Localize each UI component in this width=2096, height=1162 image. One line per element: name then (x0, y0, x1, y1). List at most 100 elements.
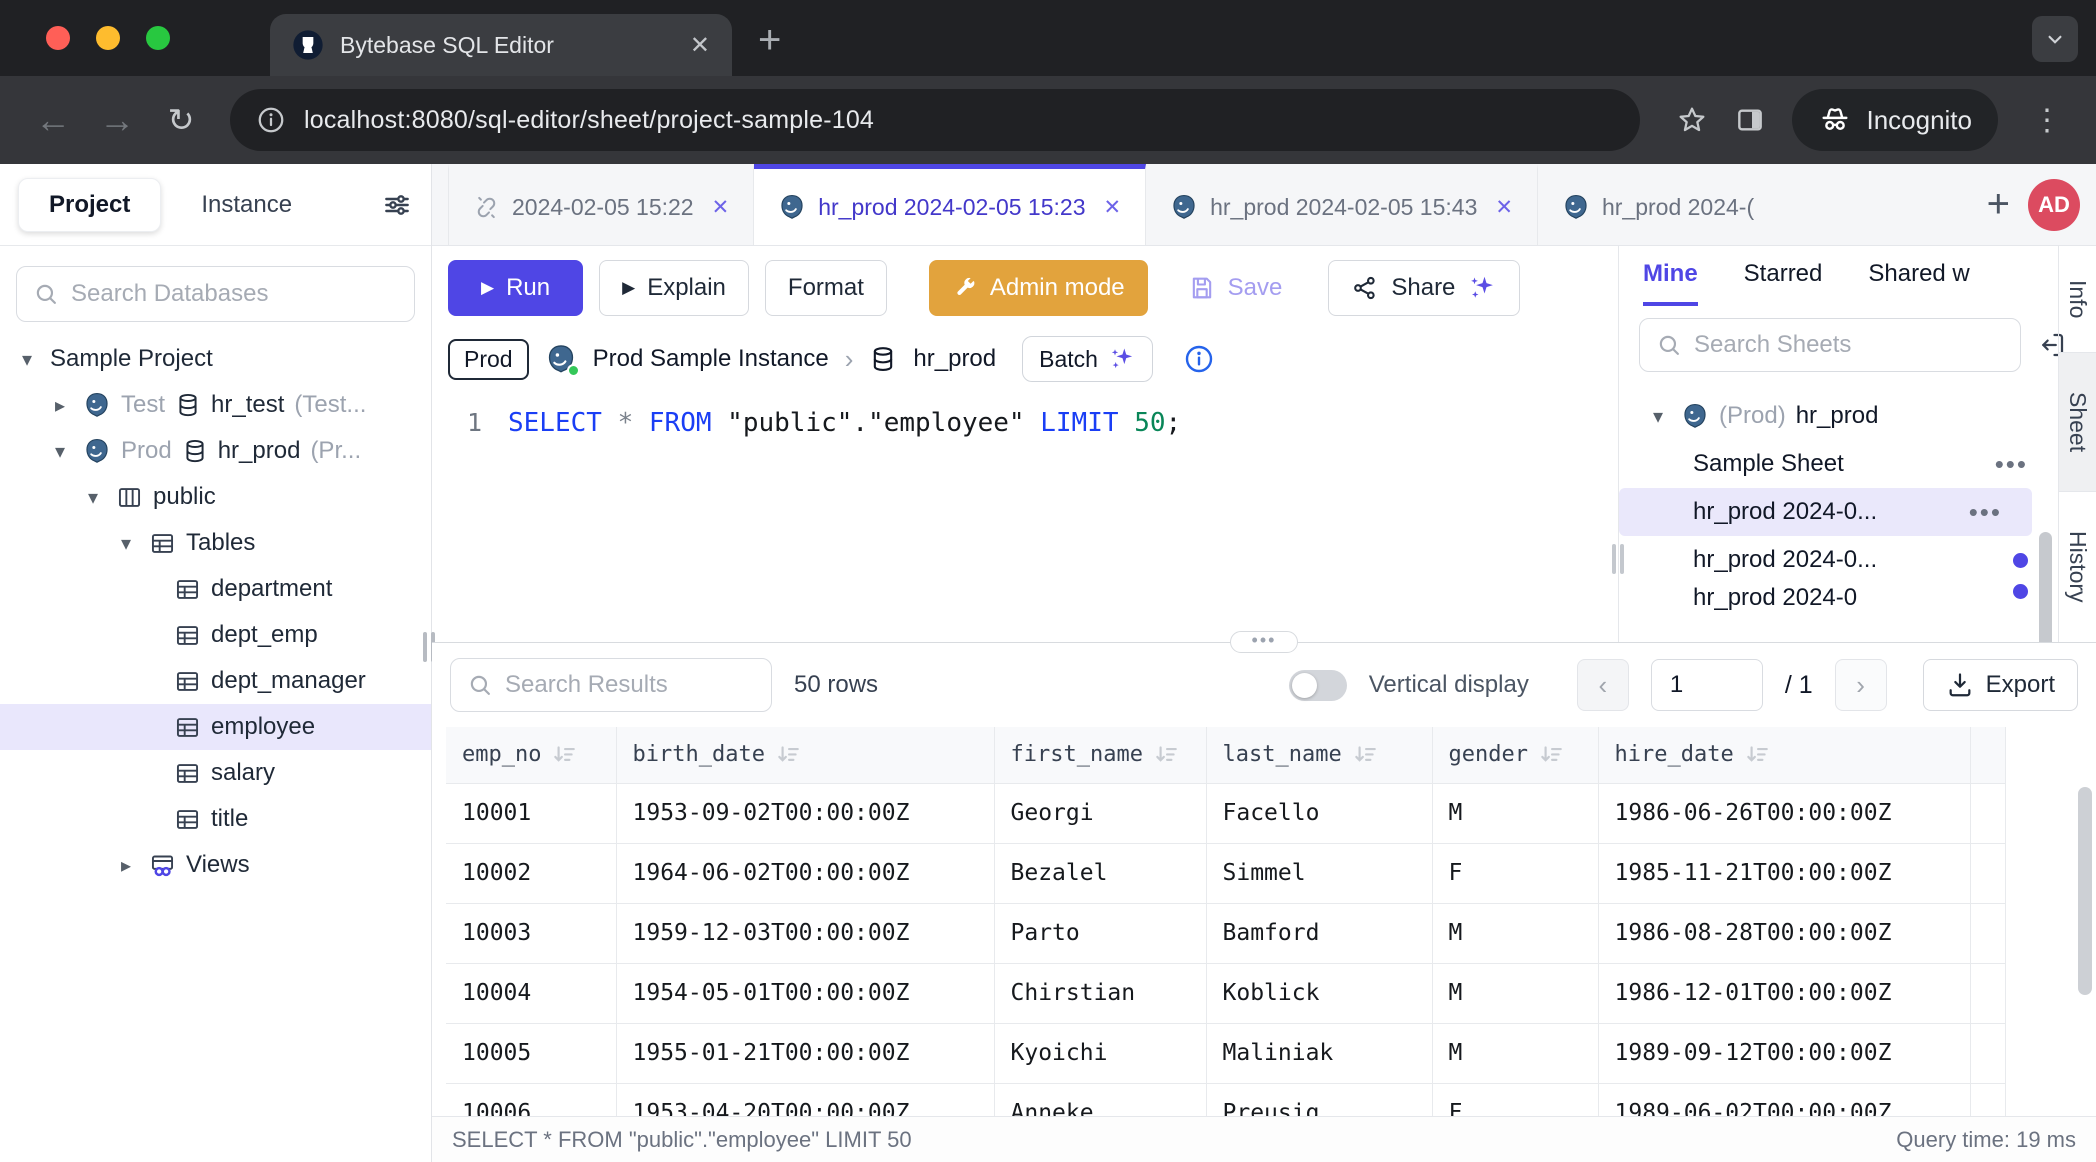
table-cell[interactable]: Georgi (994, 783, 1206, 843)
format-button[interactable]: Format (765, 260, 887, 316)
tab-list-menu-button[interactable] (2032, 16, 2078, 62)
table-cell[interactable]: Anneke (994, 1083, 1206, 1116)
table-cell[interactable]: 10002 (446, 843, 616, 903)
table-cell[interactable]: M (1432, 1023, 1598, 1083)
chevron-down-icon[interactable]: ▾ (113, 531, 139, 556)
page-input[interactable] (1651, 659, 1763, 711)
table-cell[interactable]: Maliniak (1206, 1023, 1432, 1083)
reload-icon[interactable]: ↻ (154, 101, 208, 139)
table-cell[interactable]: 1985-11-21T00:00:00Z (1598, 843, 1970, 903)
sheet-list-scrollbar[interactable] (2039, 532, 2052, 642)
table-cell[interactable]: F (1432, 843, 1598, 903)
more-menu-icon[interactable]: ••• (1969, 497, 2002, 528)
sheets-tab-shared-w[interactable]: Shared w (1868, 246, 1969, 306)
table-cell[interactable]: M (1432, 783, 1598, 843)
table-cell[interactable]: Koblick (1206, 963, 1432, 1023)
editor-tab-1[interactable]: 2024-02-05 15:22✕ (448, 164, 754, 245)
sql-editor[interactable]: 1 SELECT * FROM "public"."employee" LIMI… (432, 394, 1618, 642)
chevron-down-icon[interactable]: ▾ (14, 347, 40, 372)
table-cell[interactable]: M (1432, 963, 1598, 1023)
results-scrollbar[interactable] (2078, 787, 2092, 995)
avatar[interactable]: AD (2028, 179, 2080, 231)
table-cell[interactable]: Bamford (1206, 903, 1432, 963)
search-sheets-input[interactable] (1639, 318, 2021, 372)
sheet-item[interactable]: hr_prod 2024-0 (1619, 584, 2058, 610)
table-cell[interactable]: Facello (1206, 783, 1432, 843)
table-cell[interactable]: F (1432, 1083, 1598, 1116)
close-icon[interactable]: ✕ (712, 195, 730, 220)
next-page-button[interactable]: › (1835, 659, 1887, 711)
editor-tab-2[interactable]: hr_prod 2024-02-05 15:23✕ (754, 164, 1146, 245)
search-databases-input[interactable] (16, 266, 415, 322)
browser-tab[interactable]: Bytebase SQL Editor ✕ (270, 14, 732, 76)
table-cell[interactable]: 1953-09-02T00:00:00Z (616, 783, 994, 843)
table-cell[interactable]: Bezalel (994, 843, 1206, 903)
table-cell[interactable]: 1959-12-03T00:00:00Z (616, 903, 994, 963)
browser-tab-close-icon[interactable]: ✕ (690, 31, 710, 60)
table-cell[interactable]: 1955-01-21T00:00:00Z (616, 1023, 994, 1083)
tree-item-salary[interactable]: salary (0, 750, 431, 796)
column-header-emp_no[interactable]: emp_no (446, 727, 616, 783)
editor-tab-4[interactable]: hr_prod 2024-( (1538, 164, 1812, 245)
share-button[interactable]: Share (1328, 260, 1520, 316)
table-cell[interactable]: Chirstian (994, 963, 1206, 1023)
table-cell[interactable]: 10004 (446, 963, 616, 1023)
side-tab-sheet[interactable]: Sheet (2059, 352, 2096, 492)
chevron-down-icon[interactable]: ▾ (47, 439, 73, 464)
run-button[interactable]: ▶Run (448, 260, 583, 316)
new-browser-tab-button[interactable]: + (758, 14, 781, 66)
table-cell[interactable]: 10001 (446, 783, 616, 843)
tree-item-hr-prod[interactable]: ▾Prodhr_prod(Pr... (0, 428, 431, 474)
table-cell[interactable]: 1989-09-12T00:00:00Z (1598, 1023, 1970, 1083)
close-icon[interactable]: ✕ (1103, 195, 1121, 220)
back-icon[interactable]: ← (26, 99, 80, 141)
save-button[interactable]: Save (1174, 274, 1297, 302)
column-header-hire_date[interactable]: hire_date (1598, 727, 1970, 783)
search-results-input[interactable] (450, 658, 772, 712)
tree-item-sample-project[interactable]: ▾Sample Project (0, 336, 431, 382)
column-header-gender[interactable]: gender (1432, 727, 1598, 783)
browser-menu-icon[interactable]: ⋮ (2024, 103, 2070, 138)
tree-item-public[interactable]: ▾public (0, 474, 431, 520)
filter-settings-icon[interactable] (381, 189, 413, 221)
close-icon[interactable]: ✕ (1495, 195, 1513, 220)
database-name[interactable]: hr_prod (913, 345, 996, 373)
info-icon[interactable] (1183, 343, 1215, 375)
table-cell[interactable]: M (1432, 903, 1598, 963)
table-cell[interactable]: 10006 (446, 1083, 616, 1116)
results-resize-handle[interactable]: ••• (1230, 631, 1298, 653)
vertical-display-toggle[interactable] (1289, 670, 1347, 701)
sheet-group[interactable]: ▾(Prod)hr_prod (1619, 392, 2058, 440)
window-zoom-button[interactable] (146, 26, 170, 50)
tree-item-tables[interactable]: ▾Tables (0, 520, 431, 566)
side-tab-info[interactable]: Info (2059, 246, 2096, 352)
column-header-last_name[interactable]: last_name (1206, 727, 1432, 783)
forward-icon[interactable]: → (90, 99, 144, 141)
window-close-button[interactable] (46, 26, 70, 50)
bookmark-star-icon[interactable] (1676, 104, 1708, 136)
window-minimize-button[interactable] (96, 26, 120, 50)
chevron-down-icon[interactable]: ▾ (80, 485, 106, 510)
table-cell[interactable]: 1986-12-01T00:00:00Z (1598, 963, 1970, 1023)
tree-item-views[interactable]: ▸Views (0, 842, 431, 888)
export-button[interactable]: Export (1923, 659, 2078, 711)
sheet-item[interactable]: Sample Sheet••• (1619, 440, 2058, 488)
prev-page-button[interactable]: ‹ (1577, 659, 1629, 711)
tab-project[interactable]: Project (18, 178, 161, 232)
table-cell[interactable]: 1964-06-02T00:00:00Z (616, 843, 994, 903)
sheet-item[interactable]: hr_prod 2024-0...••• (1619, 488, 2032, 536)
instance-name[interactable]: Prod Sample Instance (593, 345, 829, 373)
table-cell[interactable]: Parto (994, 903, 1206, 963)
tree-item-hr-test[interactable]: ▸Testhr_test(Test... (0, 382, 431, 428)
table-cell[interactable]: 1954-05-01T00:00:00Z (616, 963, 994, 1023)
batch-button[interactable]: Batch (1022, 336, 1153, 382)
tree-item-dept-emp[interactable]: dept_emp (0, 612, 431, 658)
tree-item-department[interactable]: department (0, 566, 431, 612)
chevron-right-icon[interactable]: ▸ (47, 393, 73, 418)
address-bar[interactable]: localhost:8080/sql-editor/sheet/project-… (230, 89, 1640, 151)
side-tab-history[interactable]: History (2059, 492, 2096, 642)
tree-item-dept-manager[interactable]: dept_manager (0, 658, 431, 704)
editor-tab-3[interactable]: hr_prod 2024-02-05 15:43✕ (1146, 164, 1538, 245)
table-cell[interactable]: 1989-06-02T00:00:00Z (1598, 1083, 1970, 1116)
tree-item-title[interactable]: title (0, 796, 431, 842)
